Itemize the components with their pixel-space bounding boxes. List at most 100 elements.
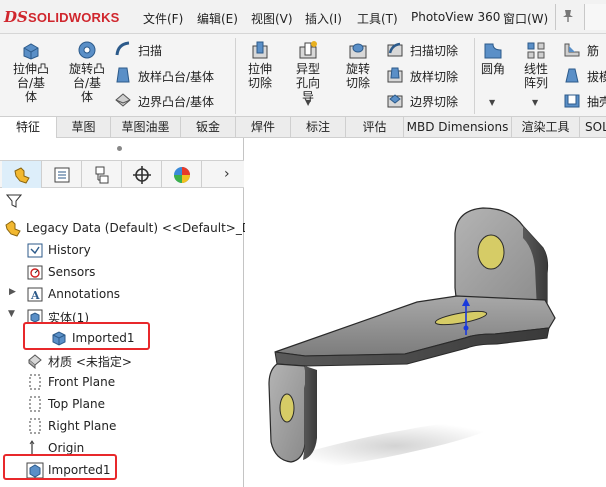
fillet-icon — [484, 43, 502, 59]
bracket-main-arm — [274, 295, 556, 357]
extrude-boss-icon — [23, 43, 39, 60]
material-icon — [28, 354, 42, 369]
linear-pattern-button[interactable]: 线性阵列 — [513, 40, 559, 90]
origin-label: Origin — [48, 441, 85, 455]
menu-window[interactable]: 窗口(W) — [503, 10, 548, 27]
rib-label: 筋 — [587, 44, 600, 58]
plane-icon — [29, 374, 41, 390]
fillet-button[interactable]: 圆角 — [478, 40, 508, 76]
revolve-cut-button[interactable]: 旋转切除 — [335, 40, 381, 90]
loft-cut-button[interactable]: 放样切除 — [386, 65, 476, 85]
revolve-boss-icon — [78, 41, 96, 59]
highlight-box-body — [23, 322, 150, 350]
boundary-boss-button[interactable]: 边界凸台/基体 — [114, 90, 234, 110]
revolve-boss-button[interactable]: 旋转凸台/基体 — [62, 40, 112, 104]
solidworks-logo[interactable]: DS SOLIDWORKS — [4, 8, 140, 26]
ds-logo-mark: DS — [4, 8, 28, 26]
shell-icon — [564, 94, 580, 108]
chevron-right-icon[interactable]: › — [224, 166, 230, 182]
draft-icon — [565, 68, 579, 83]
filter-icon[interactable] — [6, 193, 22, 209]
tab-sketch-ink[interactable]: 草图油墨 — [111, 117, 181, 138]
display-manager-tab[interactable] — [162, 161, 202, 188]
tab-weldments[interactable]: 焊件 — [236, 117, 291, 138]
crosshair-icon — [133, 166, 151, 184]
hole-wizard-button[interactable]: 异型孔向导 — [285, 40, 331, 104]
tree-item-front-plane[interactable]: Front Plane — [26, 372, 226, 392]
panel-resize-handle[interactable] — [117, 146, 122, 151]
root-label: Legacy Data (Default) <<Default>_Di — [26, 221, 255, 235]
annotations-label: Annotations — [48, 287, 121, 301]
tab-solidworks-addins[interactable]: SOL — [580, 117, 606, 138]
tree-item-right-plane[interactable]: Right Plane — [26, 416, 226, 436]
sweep-icon — [115, 41, 130, 56]
configuration-manager-tab[interactable] — [82, 161, 122, 188]
tree-item-history[interactable]: History — [26, 240, 226, 260]
tab-features[interactable]: 特征 — [0, 117, 57, 138]
feature-manager-panel: › Legacy Data (Default) <<Default>_Di Hi… — [0, 138, 254, 487]
tab-sheet-metal[interactable]: 钣金 — [181, 117, 236, 138]
feature-manager-tab[interactable] — [2, 161, 42, 188]
linear-pattern-dropdown-icon[interactable]: ▼ — [532, 98, 538, 107]
menu-file[interactable]: 文件(F) — [143, 10, 183, 27]
tree-item-top-plane[interactable]: Top Plane — [26, 394, 226, 414]
menu-insert[interactable]: 插入(I) — [305, 10, 342, 27]
hole-wizard-icon — [299, 41, 317, 59]
boundary-boss-label: 边界凸台/基体 — [138, 95, 215, 109]
tab-mbd-dimensions[interactable]: MBD Dimensions — [404, 117, 512, 138]
help-options-box[interactable] — [584, 4, 606, 30]
extrude-cut-button[interactable]: 拉伸切除 — [238, 40, 282, 90]
tab-evaluate[interactable]: 评估 — [346, 117, 404, 138]
ribbon-divider — [474, 38, 475, 114]
revolve-boss-label: 旋转凸台/基体 — [68, 62, 105, 104]
menu-edit[interactable]: 编辑(E) — [197, 10, 238, 27]
menu-tools[interactable]: 工具(T) — [357, 10, 398, 27]
loft-boss-button[interactable]: 放样凸台/基体 — [114, 65, 234, 85]
graphics-area[interactable] — [245, 138, 606, 487]
property-manager-tab[interactable] — [42, 161, 82, 188]
svg-text:A: A — [30, 289, 40, 302]
tree-item-annotations[interactable]: A Annotations — [26, 284, 226, 304]
tree-root-part[interactable]: Legacy Data (Default) <<Default>_Di — [4, 218, 254, 238]
command-ribbon: 拉伸凸台/基体 旋转凸台/基体 扫描 放样凸台/基体 边界凸台/基体 拉伸切除 … — [0, 34, 606, 116]
hole-wizard-dropdown-icon[interactable]: ▼ — [305, 98, 311, 107]
rib-button[interactable]: 筋 — [563, 39, 606, 59]
expand-annotations-icon[interactable]: ▶ — [9, 287, 16, 297]
dimxpert-manager-tab[interactable] — [122, 161, 162, 188]
boundary-cut-button[interactable]: 边界切除 — [386, 90, 476, 110]
loft-boss-label: 放样凸台/基体 — [138, 70, 215, 84]
pin-icon[interactable] — [561, 9, 575, 23]
configuration-icon — [95, 166, 109, 184]
menu-divider — [555, 4, 556, 30]
model-shadow — [285, 421, 505, 470]
front-plane-label: Front Plane — [48, 375, 116, 389]
tab-render-tools[interactable]: 渲染工具 — [512, 117, 580, 138]
menu-photoview[interactable]: PhotoView 360 — [411, 10, 500, 24]
highlight-box-feature — [3, 454, 117, 480]
tab-sketch[interactable]: 草图 — [57, 117, 111, 138]
linear-pattern-icon — [527, 42, 545, 59]
extrude-boss-button[interactable]: 拉伸凸台/基体 — [6, 40, 56, 104]
fillet-label: 圆角 — [480, 62, 505, 76]
collapse-solid-bodies-icon[interactable]: ▼ — [8, 309, 15, 319]
sweep-cut-button[interactable]: 扫描切除 — [386, 39, 476, 59]
plane-icon — [29, 396, 41, 412]
model-viewport[interactable] — [245, 138, 606, 487]
plane-icon — [29, 418, 41, 434]
extrude-boss-label: 拉伸凸台/基体 — [12, 62, 49, 104]
sensor-icon — [27, 265, 43, 280]
draft-button[interactable]: 拔模 — [563, 65, 606, 85]
loft-cut-label: 放样切除 — [410, 70, 459, 84]
sweep-button[interactable]: 扫描 — [114, 39, 224, 59]
fillet-dropdown-icon[interactable]: ▼ — [489, 98, 495, 107]
menu-view[interactable]: 视图(V) — [251, 10, 293, 27]
tab-annotation[interactable]: 标注 — [291, 117, 346, 138]
tree-item-material[interactable]: 材质 <未指定> — [26, 350, 226, 370]
sweep-cut-label: 扫描切除 — [410, 44, 459, 58]
sweep-label: 扫描 — [138, 44, 163, 58]
shell-button[interactable]: 抽壳 — [563, 90, 606, 110]
revolve-cut-label: 旋转切除 — [345, 62, 370, 90]
linear-pattern-label: 线性阵列 — [523, 62, 548, 90]
tree-item-sensors[interactable]: Sensors — [26, 262, 226, 282]
sensors-label: Sensors — [48, 265, 96, 279]
